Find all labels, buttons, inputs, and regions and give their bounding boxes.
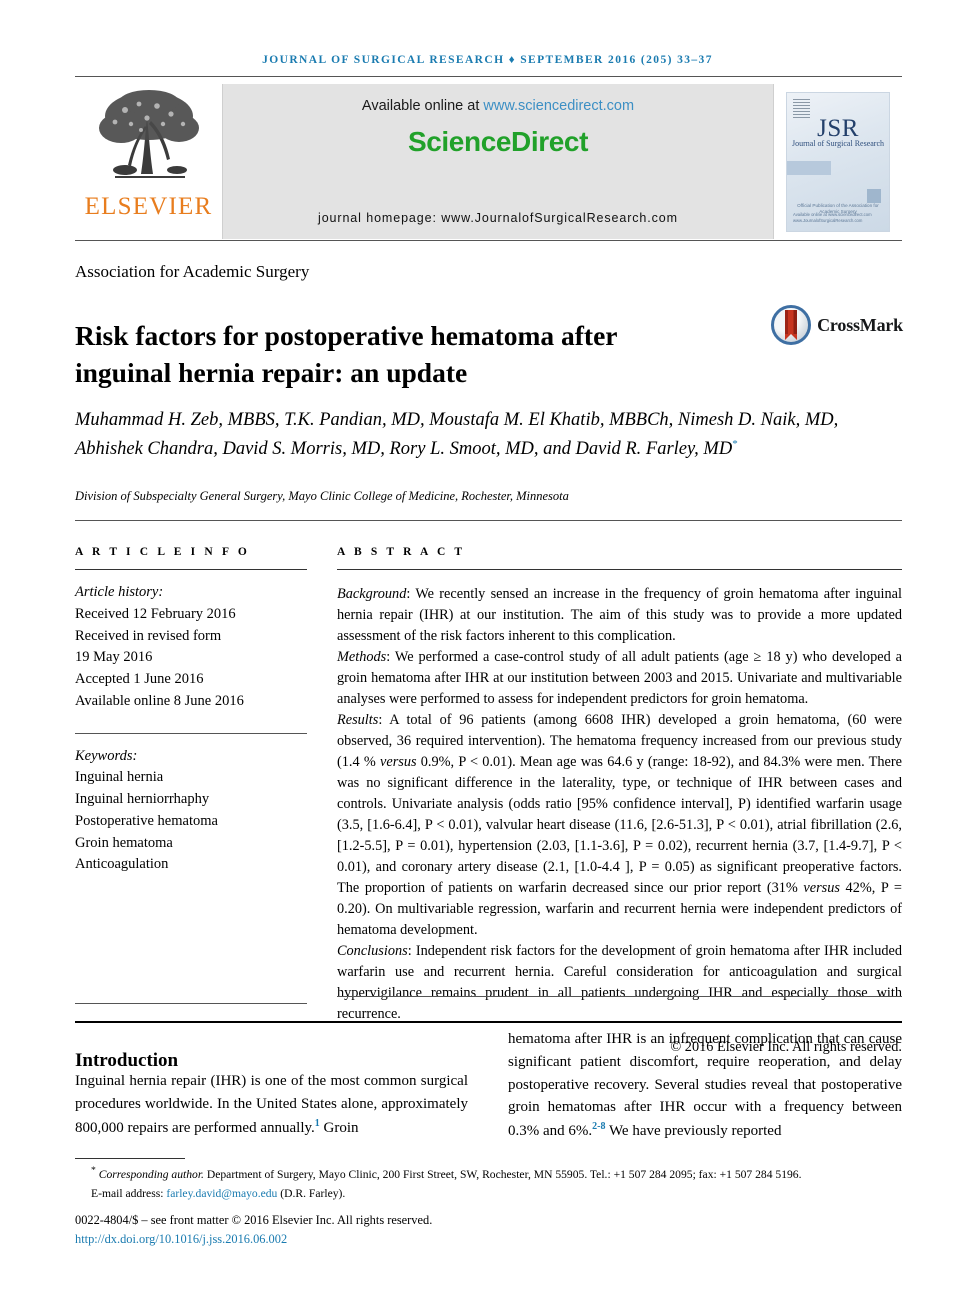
article-history-block: Article history: Received 12 February 20… bbox=[75, 582, 307, 713]
doi-link[interactable]: http://dx.doi.org/10.1016/j.jss.2016.06.… bbox=[75, 1232, 287, 1247]
cover-decor-bar-2 bbox=[867, 188, 881, 203]
abstract-paragraph-background: Background: We recently sensed an increa… bbox=[337, 584, 902, 647]
author-affiliation: Division of Subspecialty General Surgery… bbox=[75, 489, 569, 503]
introduction-heading: Introduction bbox=[75, 1049, 179, 1071]
article-history-label: Article history: bbox=[75, 584, 164, 600]
keywords-rule bbox=[75, 732, 307, 734]
running-head: JOURNAL OF SURGICAL RESEARCH ♦ SEPTEMBER… bbox=[262, 54, 713, 66]
abstract-results-versus-1: versus bbox=[380, 754, 417, 771]
abstract-methods-text: : We performed a case-control study of a… bbox=[337, 649, 902, 708]
abstract-conclusions-text: : Independent risk factors for the devel… bbox=[337, 943, 902, 1023]
article-info-column: A R T I C L E I N F O Article history: R… bbox=[75, 546, 307, 876]
authors-divider bbox=[75, 520, 902, 521]
sciencedirect-logo[interactable]: ScienceDirect bbox=[223, 126, 773, 158]
corresponding-author-footnote-marker: * bbox=[91, 1165, 96, 1176]
abstract-paragraph-conclusions: Conclusions: Independent risk factors fo… bbox=[337, 941, 902, 1025]
article-history-item: Accepted 1 June 2016 bbox=[75, 671, 204, 687]
author-list: Muhammad H. Zeb, MBBS, T.K. Pandian, MD,… bbox=[75, 406, 875, 463]
abstract-results-label: Results bbox=[337, 712, 379, 729]
keyword-item: Groin hematoma bbox=[75, 834, 173, 851]
elsevier-tree-icon bbox=[95, 88, 203, 192]
footnote-block: * Corresponding author. Department of Su… bbox=[75, 1163, 902, 1203]
email-link[interactable]: farley.david@mayo.edu bbox=[166, 1187, 277, 1200]
keywords-label: Keywords: bbox=[75, 747, 138, 764]
front-matter-line: 0022-4804/$ – see front matter © 2016 El… bbox=[75, 1213, 433, 1227]
abstract-heading: A B S T R A C T bbox=[337, 546, 466, 558]
masthead-divider bbox=[75, 240, 902, 241]
keyword-item: Postoperative hematoma bbox=[75, 812, 218, 829]
introduction-column-right: hematoma after IHR is an infrequent comp… bbox=[508, 1028, 902, 1143]
available-online-line: Available online at www.sciencedirect.co… bbox=[223, 98, 773, 114]
journal-homepage-line[interactable]: journal homepage: www.JournalofSurgicalR… bbox=[223, 211, 773, 225]
abstract-methods-label: Methods bbox=[337, 649, 387, 666]
journal-cover-thumbnail: JSR Journal of Surgical Research Officia… bbox=[786, 91, 890, 232]
sciencedirect-url-link[interactable]: www.sciencedirect.com bbox=[483, 98, 634, 114]
introduction-right-text-b: We have previously reported bbox=[605, 1123, 782, 1140]
introduction-top-rule bbox=[75, 1021, 902, 1023]
email-label: E-mail address: bbox=[91, 1186, 167, 1200]
article-info-rule bbox=[75, 569, 307, 570]
keyword-item: Inguinal hernia bbox=[75, 769, 164, 786]
article-info-heading: A R T I C L E I N F O bbox=[75, 546, 250, 558]
abstract-column: A B S T R A C T Background: We recently … bbox=[337, 546, 902, 1058]
corresponding-author-note: * Corresponding author. Department of Su… bbox=[75, 1163, 902, 1185]
footnote-rule bbox=[75, 1158, 185, 1159]
available-online-text: Available online at bbox=[361, 98, 484, 114]
corresponding-author-address: Department of Surgery, Mayo Clinic, 200 … bbox=[203, 1167, 802, 1181]
introduction-left-text-b: Groin bbox=[319, 1119, 359, 1136]
introduction-left-text-a: Inguinal hernia repair (IHR) is one of t… bbox=[75, 1073, 468, 1136]
corresponding-author-label: Corresponding author. bbox=[98, 1167, 204, 1181]
author-names: Muhammad H. Zeb, MBBS, T.K. Pandian, MD,… bbox=[75, 410, 839, 459]
crossmark-badge[interactable]: CrossMark bbox=[771, 305, 903, 345]
citation-ref-2-8[interactable]: 2-8 bbox=[592, 1121, 605, 1132]
article-history-item: Received 12 February 2016 bbox=[75, 605, 236, 622]
sciencedirect-banner: Available online at www.sciencedirect.co… bbox=[223, 84, 773, 239]
article-info-bottom-rule bbox=[75, 1003, 307, 1004]
abstract-background-text: : We recently sensed an increase in the … bbox=[337, 586, 902, 645]
abstract-background-label: Background bbox=[337, 586, 407, 602]
abstract-conclusions-label: Conclusions bbox=[337, 943, 408, 960]
email-note: E-mail address: farley.david@mayo.edu (D… bbox=[75, 1185, 902, 1204]
cover-decor-bar-1 bbox=[787, 160, 831, 175]
introduction-column-left: Inguinal hernia repair (IHR) is one of t… bbox=[75, 1070, 468, 1139]
abstract-results-text-b: 0.9%, P < 0.01). Mean age was 64.6 y (ra… bbox=[337, 754, 902, 897]
email-suffix: (D.R. Farley). bbox=[277, 1186, 346, 1200]
journal-masthead: ELSEVIER Available online at www.science… bbox=[75, 84, 902, 239]
keyword-item: Inguinal herniorrhaphy bbox=[75, 791, 210, 807]
abstract-paragraph-methods: Methods: We performed a case-control stu… bbox=[337, 647, 902, 710]
crossmark-label: CrossMark bbox=[817, 314, 903, 335]
keywords-block: Keywords: Inguinal hernia Inguinal herni… bbox=[75, 746, 307, 877]
page-title: Risk factors for postoperative hematoma … bbox=[75, 320, 617, 388]
journal-article-page: JOURNAL OF SURGICAL RESEARCH ♦ SEPTEMBER… bbox=[0, 0, 975, 1305]
crossmark-ribbon-icon bbox=[785, 310, 798, 340]
elsevier-wordmark: ELSEVIER bbox=[84, 193, 213, 220]
header-divider bbox=[75, 76, 902, 77]
article-history-item: Received in revised form bbox=[75, 627, 222, 644]
keyword-item: Anticoagulation bbox=[75, 856, 169, 873]
cover-subtitle: Journal of Surgical Research bbox=[791, 138, 885, 148]
abstract-paragraph-results: Results: A total of 96 patients (among 6… bbox=[337, 710, 902, 941]
corresponding-author-marker[interactable]: * bbox=[732, 438, 738, 450]
article-history-item: Available online 8 June 2016 bbox=[75, 692, 244, 709]
article-history-item: 19 May 2016 bbox=[75, 649, 153, 666]
cover-footer-note: Available online at www.sciencedirect.co… bbox=[793, 211, 872, 224]
crossmark-logo-icon bbox=[771, 305, 812, 345]
abstract-results-versus-2: versus bbox=[803, 880, 840, 897]
journal-cover-block: JSR Journal of Surgical Research Officia… bbox=[773, 84, 902, 239]
abstract-body: Background: We recently sensed an increa… bbox=[337, 584, 902, 1058]
abstract-bottom-rule bbox=[337, 996, 902, 997]
society-name: Association for Academic Surgery bbox=[75, 262, 310, 281]
publisher-logo-block: ELSEVIER bbox=[75, 84, 223, 239]
abstract-rule bbox=[337, 569, 902, 570]
